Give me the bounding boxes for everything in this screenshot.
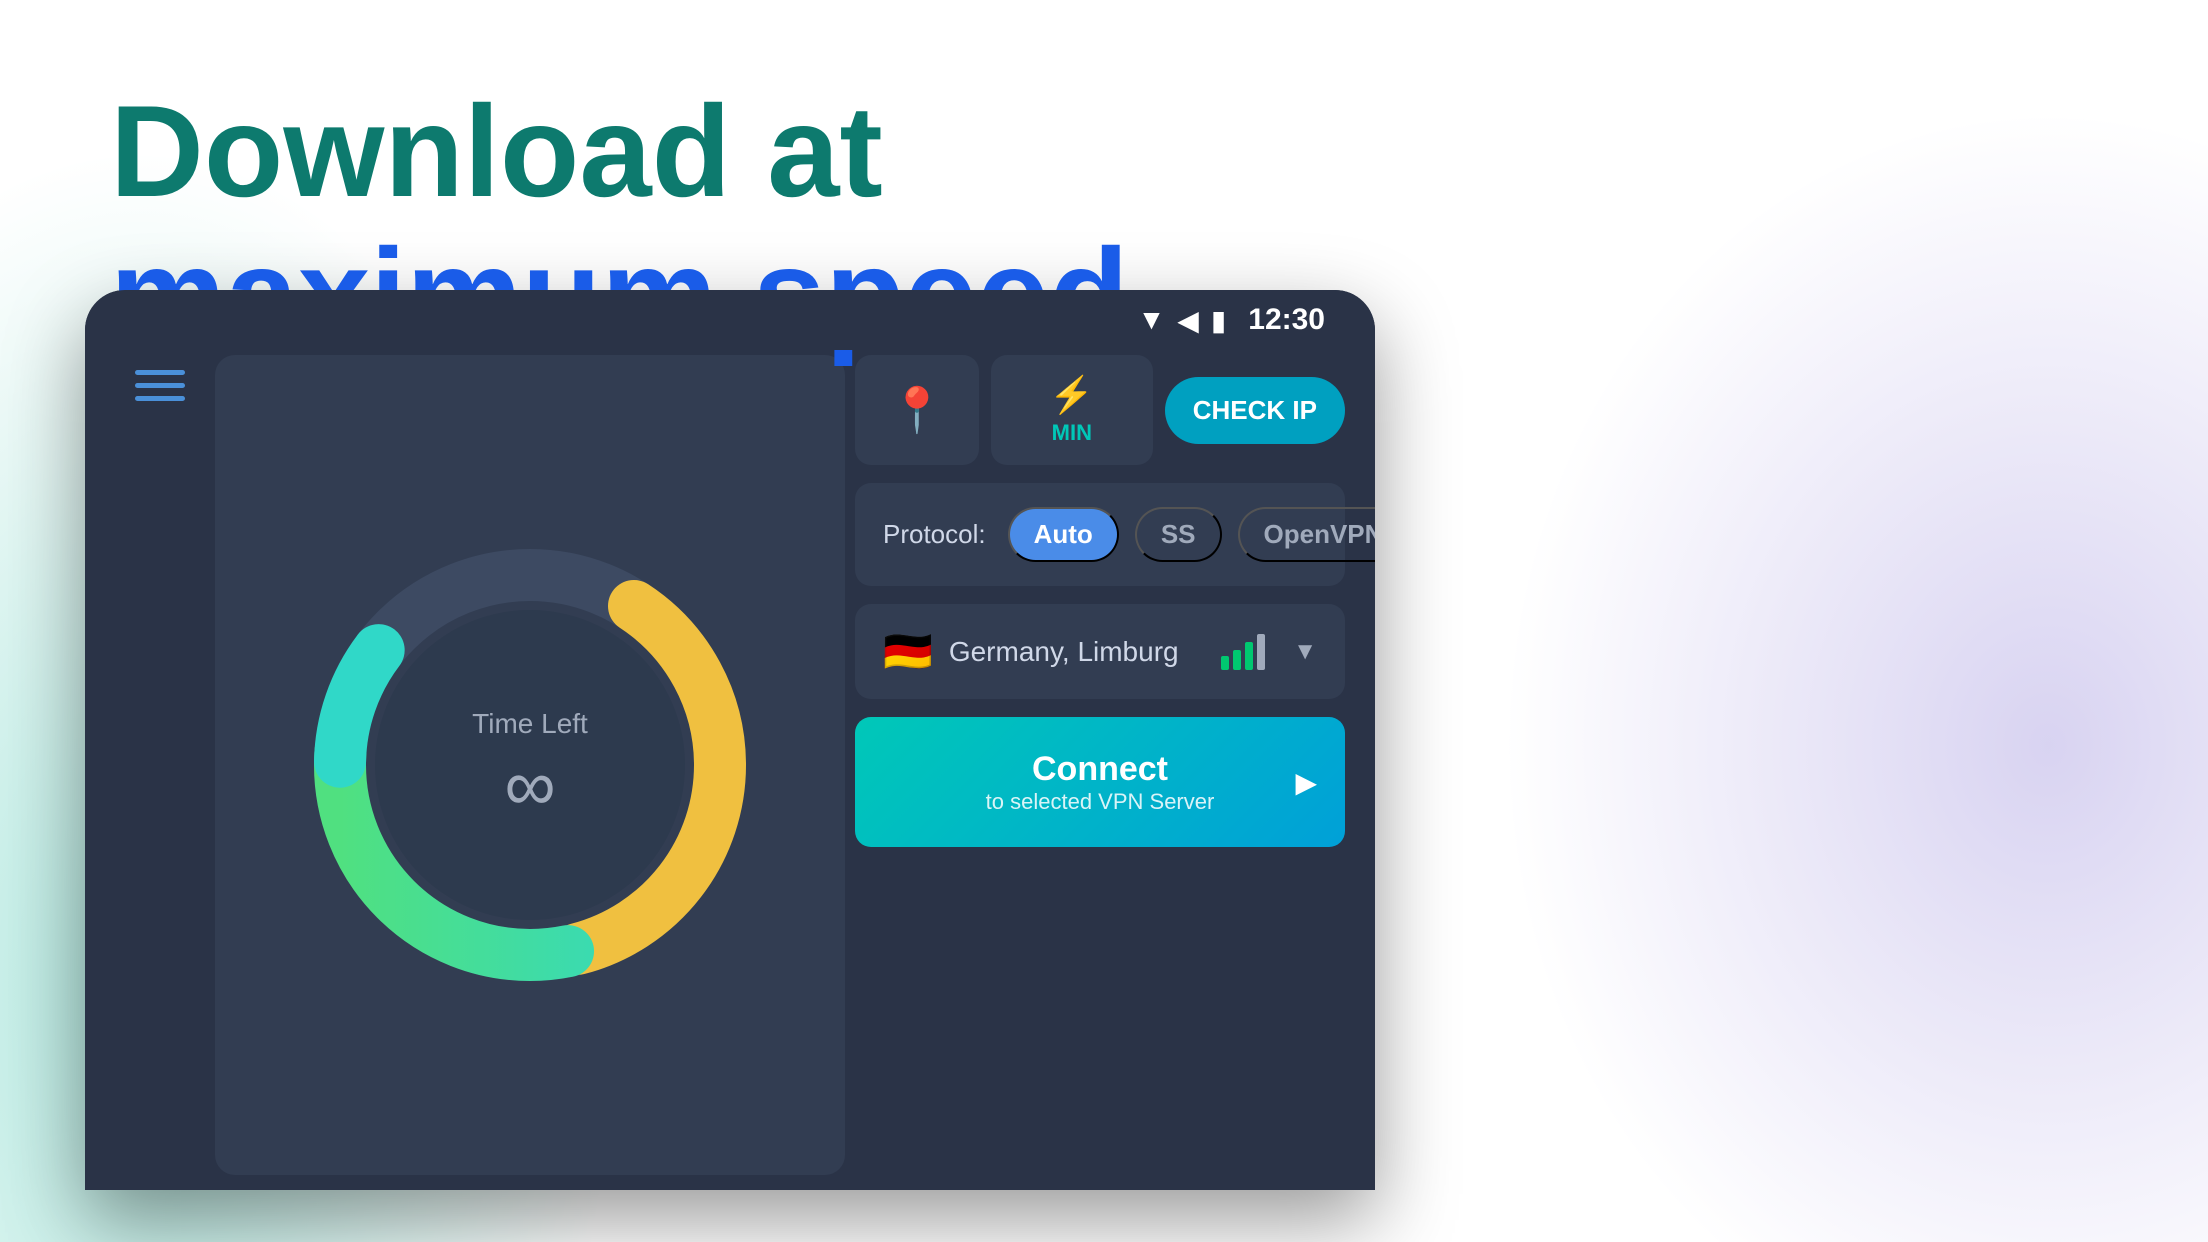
protocol-label: Protocol: [883, 519, 986, 550]
infinity-symbol: ∞ [472, 750, 588, 822]
hamburger-line-2 [135, 383, 185, 388]
server-flag: 🇩🇪 [883, 628, 933, 675]
location-button[interactable]: 📍 [855, 355, 979, 465]
signal-bar-3 [1245, 642, 1253, 670]
connect-title: Connect [1032, 750, 1168, 789]
connect-subtitle: to selected VPN Server [986, 789, 1215, 815]
connect-button[interactable]: Connect to selected VPN Server ▶ [855, 717, 1345, 847]
hamburger-line-3 [135, 396, 185, 401]
signal-icon: ◀ [1177, 304, 1199, 337]
signal-bars [1221, 634, 1265, 670]
hamburger-line-1 [135, 370, 185, 375]
background-gradient-right [1408, 0, 2208, 1242]
signal-bar-2 [1233, 650, 1241, 670]
min-button[interactable]: ⚡ MIN [991, 355, 1153, 465]
protocol-card: Protocol: Auto SS OpenVPN [855, 483, 1345, 586]
headline-line1: Download at [110, 80, 1129, 223]
protocol-auto-button[interactable]: Auto [1008, 507, 1119, 562]
protocol-ss-button[interactable]: SS [1135, 507, 1222, 562]
donut-center: Time Left ∞ [472, 708, 588, 822]
check-ip-label: CHECK IP [1193, 395, 1317, 426]
right-panel: 📍 ⚡ MIN CHECK IP Protocol: Auto SS OpenV… [855, 355, 1345, 1175]
check-ip-button[interactable]: CHECK IP [1165, 377, 1345, 444]
time-left-label: Time Left [472, 708, 588, 740]
min-label: MIN [1052, 420, 1092, 446]
server-dropdown-arrow[interactable]: ▼ [1293, 638, 1317, 666]
location-pin-icon: 📍 [890, 384, 945, 436]
wifi-icon: ▼ [1138, 304, 1166, 336]
battery-icon: ▮ [1211, 304, 1226, 337]
server-card[interactable]: 🇩🇪 Germany, Limburg ▼ [855, 604, 1345, 699]
signal-bar-4 [1257, 634, 1265, 670]
donut-chart-container: Time Left ∞ [290, 525, 770, 1005]
status-icons: ▼ ◀ ▮ 12:30 [1138, 303, 1325, 337]
left-panel: Time Left ∞ [215, 355, 845, 1175]
status-bar: ▼ ◀ ▮ 12:30 [85, 290, 1375, 350]
hamburger-menu[interactable] [135, 370, 185, 401]
connect-arrow-icon: ▶ [1295, 766, 1317, 799]
server-name: Germany, Limburg [949, 636, 1205, 668]
device-mockup: ▼ ◀ ▮ 12:30 [85, 290, 1375, 1190]
protocol-openvpn-button[interactable]: OpenVPN [1238, 507, 1376, 562]
signal-bar-1 [1221, 656, 1229, 670]
time-display: 12:30 [1248, 303, 1325, 337]
top-buttons-row: 📍 ⚡ MIN CHECK IP [855, 355, 1345, 465]
lightning-icon: ⚡ [1049, 374, 1094, 416]
